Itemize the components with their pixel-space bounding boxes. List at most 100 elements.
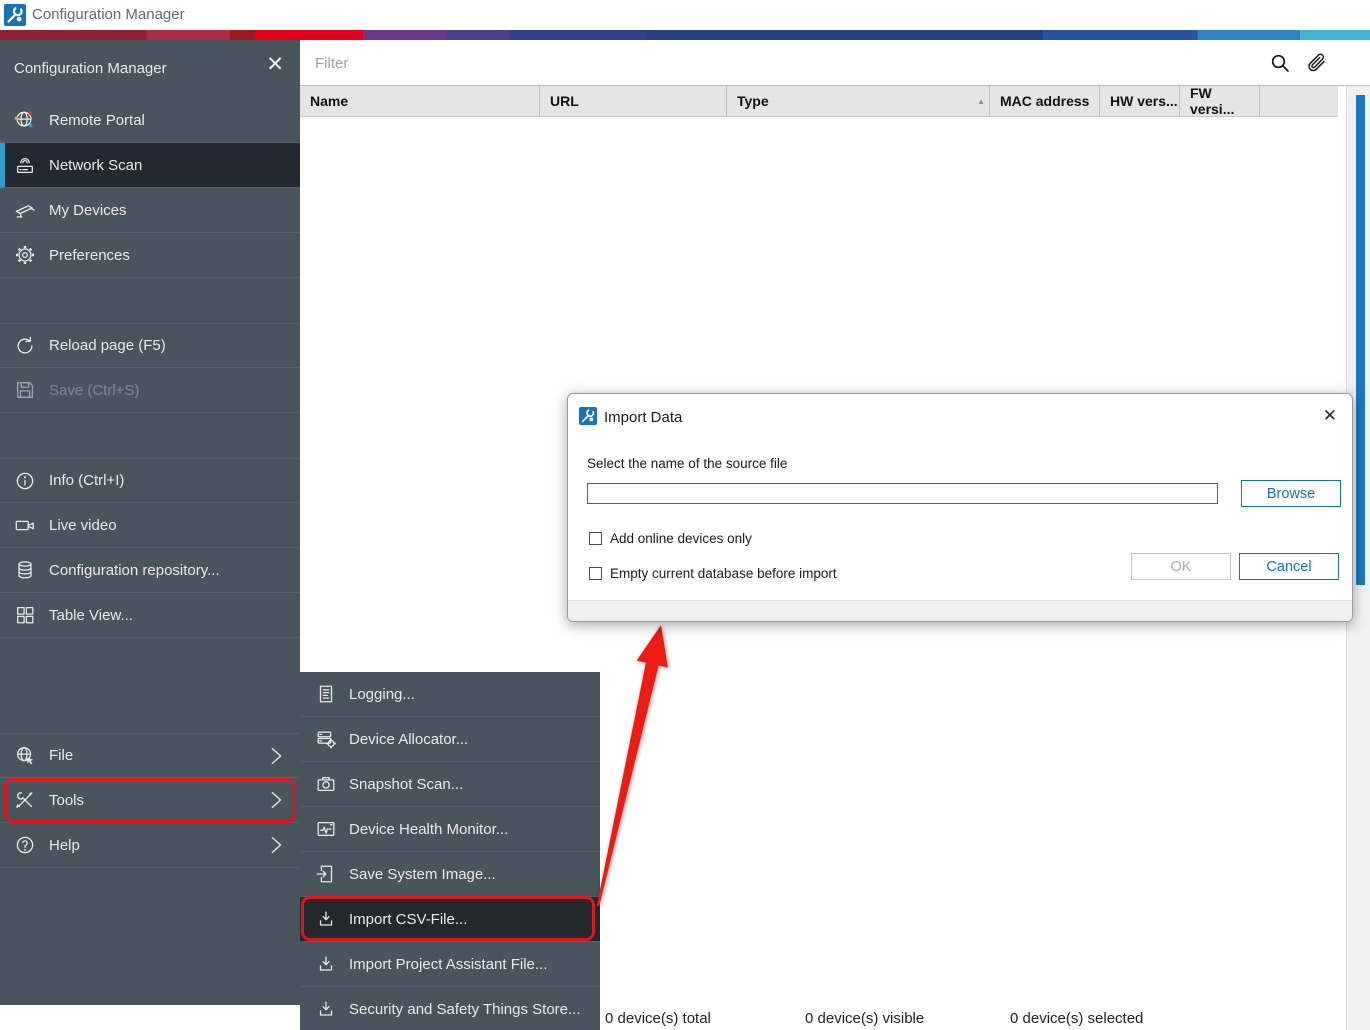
empty-database-checkbox-row: Empty current database before import — [589, 566, 837, 581]
sidebar-item-label: Info (Ctrl+I) — [49, 472, 124, 489]
menu-item-label: Import CSV-File... — [349, 911, 467, 928]
sidebar-item-label: Reload page (F5) — [49, 337, 166, 354]
sidebar-item-tools[interactable]: Tools — [0, 778, 300, 823]
server-gear-icon — [315, 728, 337, 750]
menu-item-security-safety-things-store[interactable]: Security and Safety Things Store... — [300, 987, 600, 1030]
import-download-icon — [315, 953, 337, 975]
menu-item-label: Device Health Monitor... — [349, 821, 508, 838]
video-camera-icon — [14, 514, 36, 536]
menu-item-label: Logging... — [349, 686, 415, 703]
snapshot-camera-icon — [315, 773, 337, 795]
sidebar-item-label: Table View... — [49, 607, 133, 624]
import-download-icon — [315, 998, 337, 1020]
sidebar-spacer — [0, 278, 300, 323]
sidebar-item-configuration-repository[interactable]: Configuration repository... — [0, 548, 300, 593]
sidebar-item-label: Help — [49, 837, 80, 854]
sidebar-item-preferences[interactable]: Preferences — [0, 233, 300, 278]
add-online-devices-checkbox-row: Add online devices only — [589, 531, 752, 546]
chevron-right-icon — [265, 789, 287, 811]
menu-item-snapshot-scan[interactable]: Snapshot Scan... — [300, 762, 600, 807]
empty-database-checkbox[interactable] — [589, 567, 602, 580]
menu-item-device-allocator[interactable]: Device Allocator... — [300, 717, 600, 762]
sidebar-item-save: Save (Ctrl+S) — [0, 368, 300, 413]
sidebar-spacer — [0, 638, 300, 733]
source-file-input[interactable] — [587, 483, 1218, 504]
sidebar-item-network-scan[interactable]: Network Scan — [0, 143, 300, 188]
tools-icon — [14, 789, 36, 811]
sidebar-item-my-devices[interactable]: My Devices — [0, 188, 300, 233]
menu-item-label: Snapshot Scan... — [349, 776, 463, 793]
menu-item-import-csv-file[interactable]: Import CSV-File... — [300, 897, 600, 942]
status-visible: 0 device(s) visible — [805, 1010, 924, 1027]
grid-icon — [14, 604, 36, 626]
globe-cursor-icon — [14, 745, 36, 767]
sidebar-item-remote-portal[interactable]: Remote Portal — [0, 98, 300, 143]
sidebar-item-help[interactable]: Help — [0, 823, 300, 868]
sort-ascending-icon: ▲ — [977, 97, 985, 106]
health-monitor-icon — [315, 818, 337, 840]
dialog-close-icon[interactable]: ✕ — [1323, 406, 1337, 426]
filter-bar — [300, 40, 1370, 86]
chevron-right-icon — [265, 834, 287, 856]
sidebar-item-label: Preferences — [49, 247, 130, 264]
sidebar-item-label: Network Scan — [49, 157, 142, 174]
menu-item-save-system-image[interactable]: Save System Image... — [300, 852, 600, 897]
checkbox-label: Empty current database before import — [610, 566, 837, 581]
table-header-row: Name URL Type ▲ MAC address HW vers... F… — [300, 86, 1338, 117]
source-file-label: Select the name of the source file — [587, 456, 787, 471]
column-header-hw-version[interactable]: HW vers... — [1100, 86, 1180, 116]
database-icon — [14, 559, 36, 581]
sidebar-item-label: Remote Portal — [49, 112, 145, 129]
dialog-title: Import Data — [604, 409, 682, 426]
sidebar-close-icon[interactable]: ✕ — [266, 54, 284, 75]
column-header-url[interactable]: URL — [540, 86, 727, 116]
info-icon — [14, 470, 36, 492]
sidebar-item-label: Save (Ctrl+S) — [49, 382, 139, 399]
window-title: Configuration Manager — [32, 6, 185, 23]
sidebar-item-label: File — [49, 747, 73, 764]
globe-icon — [14, 109, 36, 131]
paperclip-icon[interactable] — [1304, 51, 1328, 75]
sidebar-spacer — [0, 413, 300, 458]
menu-item-device-health-monitor[interactable]: Device Health Monitor... — [300, 807, 600, 852]
menu-item-label: Save System Image... — [349, 866, 496, 883]
add-online-devices-checkbox[interactable] — [589, 532, 602, 545]
sidebar-item-reload-page[interactable]: Reload page (F5) — [0, 323, 300, 368]
network-scan-icon — [14, 154, 36, 176]
sidebar-item-label: Tools — [49, 792, 84, 809]
window-title-bar: Configuration Manager — [0, 0, 1370, 30]
sidebar-item-label: My Devices — [49, 202, 127, 219]
sidebar-item-info[interactable]: Info (Ctrl+I) — [0, 458, 300, 503]
column-header-type[interactable]: Type ▲ — [727, 86, 990, 116]
dialog-app-icon — [579, 407, 597, 425]
log-document-icon — [315, 683, 337, 705]
vertical-scrollbar-thumb[interactable] — [1356, 95, 1365, 585]
app-logo-icon — [4, 4, 26, 26]
save-floppy-icon — [14, 379, 36, 401]
menu-item-logging[interactable]: Logging... — [300, 672, 600, 717]
sidebar-item-file[interactable]: File — [0, 733, 300, 778]
tools-context-menu: Logging... Device Allocator... Snapshot … — [300, 672, 600, 1030]
column-header-name[interactable]: Name — [300, 86, 540, 116]
document-arrow-icon — [315, 863, 337, 885]
ok-button[interactable]: OK — [1131, 553, 1231, 580]
column-header-fw-version[interactable]: FW versi... — [1180, 86, 1260, 116]
cancel-button[interactable]: Cancel — [1239, 553, 1339, 580]
status-selected: 0 device(s) selected — [1010, 1010, 1143, 1027]
menu-item-label: Security and Safety Things Store... — [349, 1001, 581, 1018]
chevron-right-icon — [265, 745, 287, 767]
sidebar-item-live-video[interactable]: Live video — [0, 503, 300, 548]
menu-item-label: Import Project Assistant File... — [349, 956, 547, 973]
browse-button[interactable]: Browse — [1241, 480, 1341, 507]
dialog-footer — [568, 600, 1352, 621]
cctv-camera-icon — [14, 199, 36, 221]
column-header-mac-address[interactable]: MAC address — [990, 86, 1100, 116]
status-total: 0 device(s) total — [605, 1010, 711, 1027]
sidebar-item-table-view[interactable]: Table View... — [0, 593, 300, 638]
column-header-filler — [1260, 86, 1338, 116]
filter-input[interactable] — [315, 48, 1245, 78]
menu-item-import-project-assistant-file[interactable]: Import Project Assistant File... — [300, 942, 600, 987]
sidebar: Configuration Manager ✕ Remote Portal Ne… — [0, 40, 300, 1005]
search-icon[interactable] — [1268, 51, 1292, 75]
import-download-icon — [315, 908, 337, 930]
